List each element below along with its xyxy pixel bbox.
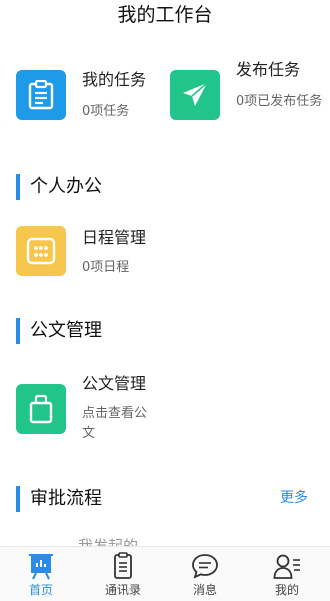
- bottom-tab-bar: 首页 通讯录 消息 我的: [0, 546, 330, 601]
- publish-task-title: 发布任务: [236, 60, 301, 79]
- published-task-count: 0项已发布任务: [236, 94, 323, 109]
- contacts-list-icon: [109, 552, 137, 580]
- tab-messages[interactable]: 消息: [164, 547, 246, 601]
- section-title: 审批流程: [30, 488, 102, 509]
- my-tasks-title: 我的任务: [82, 70, 147, 89]
- home-chart-icon: [27, 552, 55, 580]
- documents-title: 公文管理: [82, 374, 147, 393]
- documents-hint: 点击查看公文: [82, 406, 148, 441]
- section-title: 个人办公: [30, 176, 102, 197]
- approval-item-peek[interactable]: 我发起的: [78, 536, 138, 546]
- section-documents: 公文管理: [0, 316, 330, 348]
- tab-contacts[interactable]: 通讯录: [82, 547, 164, 601]
- calendar-icon: [16, 226, 66, 276]
- bag-icon: [16, 384, 66, 434]
- my-tasks-card[interactable]: 我的任务 0项任务: [0, 58, 160, 138]
- schedule-card[interactable]: 日程管理 0项日程: [0, 214, 200, 294]
- tab-home[interactable]: 首页: [0, 547, 82, 601]
- tab-label: 首页: [28, 583, 53, 597]
- section-accent-bar: [16, 486, 20, 512]
- paper-plane-icon: [170, 70, 220, 120]
- section-personal-office: 个人办公: [0, 172, 330, 204]
- profile-icon: [273, 552, 301, 580]
- section-title: 公文管理: [30, 320, 102, 341]
- chat-bubble-icon: [191, 552, 219, 580]
- publish-task-card[interactable]: 发布任务 0项已发布任务: [160, 58, 330, 138]
- schedule-count: 0项日程: [82, 260, 130, 275]
- section-approval: 审批流程 更多: [0, 484, 330, 516]
- section-accent-bar: [16, 174, 20, 200]
- documents-card[interactable]: 公文管理 点击查看公文: [0, 360, 200, 450]
- tab-profile[interactable]: 我的: [246, 547, 328, 601]
- tab-label: 我的: [274, 583, 299, 597]
- tab-label: 消息: [192, 583, 217, 597]
- clipboard-icon: [16, 70, 66, 120]
- page-title: 我的工作台: [117, 4, 213, 26]
- tab-label: 通讯录: [104, 583, 141, 597]
- section-accent-bar: [16, 318, 20, 344]
- approval-more-link[interactable]: 更多: [280, 488, 308, 508]
- schedule-title: 日程管理: [82, 228, 147, 247]
- my-tasks-count: 0项任务: [82, 104, 130, 119]
